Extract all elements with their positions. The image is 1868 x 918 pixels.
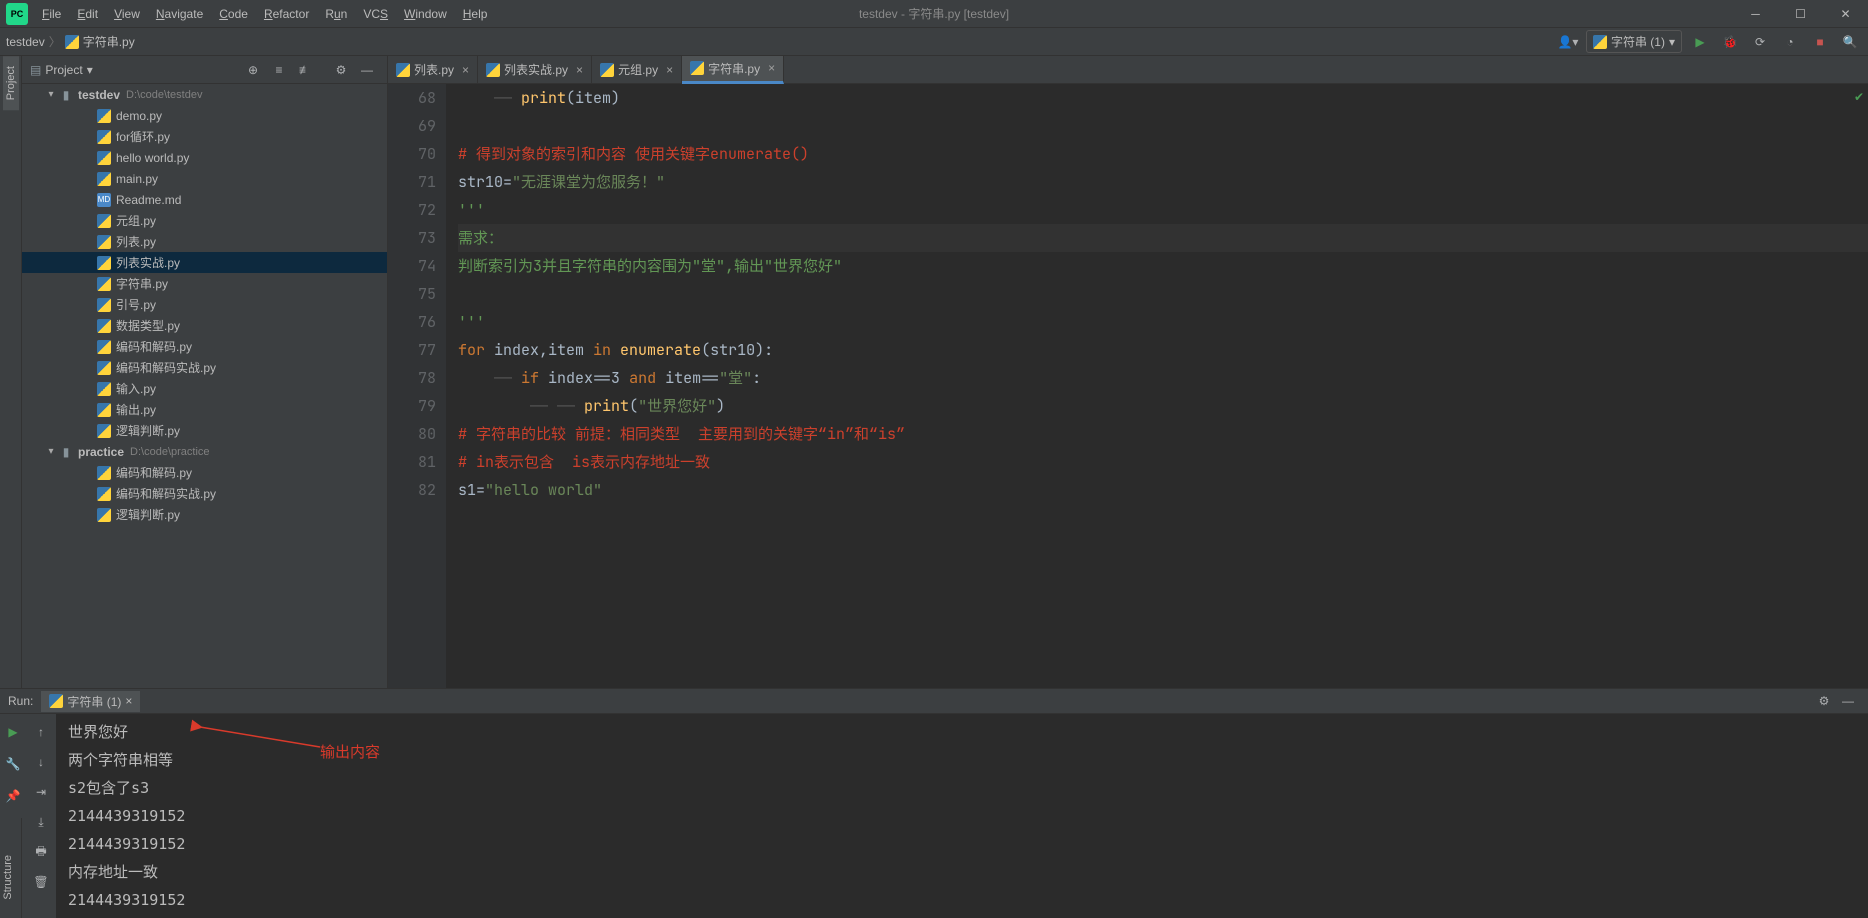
search-everywhere-button[interactable]: 🔍: [1838, 30, 1862, 54]
menu-file[interactable]: FFileile: [34, 3, 69, 25]
window-title: testdev - 字符串.py [testdev]: [859, 5, 1009, 22]
left-toolwindow-bar: Project: [0, 56, 22, 688]
run-settings-icon[interactable]: ⚙: [1812, 689, 1836, 713]
tree-file[interactable]: 字符串.py: [22, 273, 387, 294]
code-lines[interactable]: —— print(item) # 得到对象的索引和内容 使用关键字enumera…: [446, 84, 1868, 688]
tree-file[interactable]: main.py: [22, 168, 387, 189]
menu-edit[interactable]: Edit: [69, 3, 106, 25]
user-icon[interactable]: 👤▾: [1556, 30, 1580, 54]
minimize-button[interactable]: ─: [1733, 0, 1778, 28]
editor-tab[interactable]: 元组.py×: [592, 56, 682, 84]
menu-refactor[interactable]: Refactor: [256, 3, 317, 25]
annotation-text: 输出内容: [320, 741, 380, 762]
python-icon: [49, 694, 63, 708]
softwrap-icon[interactable]: ⇥: [29, 780, 53, 804]
project-view-selector[interactable]: ▤ Project ▾: [30, 63, 93, 77]
expand-icon[interactable]: ≢: [293, 58, 317, 82]
pin-icon[interactable]: 📌: [1, 784, 25, 808]
close-icon[interactable]: ×: [768, 61, 775, 75]
rerun-button[interactable]: ▶: [1, 720, 25, 744]
project-tree[interactable]: ▾ ▮ testdev D:\code\testdev demo.pyfor循环…: [22, 84, 387, 688]
tree-file[interactable]: 引号.py: [22, 294, 387, 315]
down-icon[interactable]: ↓: [29, 750, 53, 774]
tree-file[interactable]: 输出.py: [22, 399, 387, 420]
profile-button[interactable]: ◔: [1778, 30, 1802, 54]
menu-view[interactable]: View: [106, 3, 148, 25]
tree-file[interactable]: 数据类型.py: [22, 315, 387, 336]
editor-tabs: 列表.py×列表实战.py×元组.py×字符串.py×: [388, 56, 1868, 84]
chevron-down-icon: ▾: [1669, 35, 1675, 49]
collapse-icon[interactable]: ≡: [267, 58, 291, 82]
menu-navigate[interactable]: Navigate: [148, 3, 211, 25]
close-icon[interactable]: ×: [125, 694, 132, 708]
tree-file[interactable]: 编码和解码.py: [22, 462, 387, 483]
close-icon[interactable]: ×: [462, 63, 469, 77]
tree-root[interactable]: ▾ ▮ testdev D:\code\testdev: [22, 84, 387, 105]
tree-file[interactable]: MDReadme.md: [22, 189, 387, 210]
run-label: Run:: [8, 694, 33, 708]
run-config-name: 字符串 (1): [1611, 33, 1665, 50]
run-hide-icon[interactable]: —: [1836, 689, 1860, 713]
run-button[interactable]: ▶: [1688, 30, 1712, 54]
close-icon[interactable]: ×: [666, 63, 673, 77]
run-panel: Run: 字符串 (1) × ⚙ — ▶ 🔧 📌 ↑ ↓ ⇥ ⤓ 🖶 🗑 世界您…: [0, 688, 1868, 918]
trash-icon[interactable]: 🗑: [29, 870, 53, 894]
tree-file[interactable]: 编码和解码实战.py: [22, 357, 387, 378]
tree-file[interactable]: hello world.py: [22, 147, 387, 168]
editor-tab[interactable]: 列表.py×: [388, 56, 478, 84]
tree-file[interactable]: 编码和解码.py: [22, 336, 387, 357]
up-icon[interactable]: ↑: [29, 720, 53, 744]
menu-vcs[interactable]: VCS: [355, 3, 396, 25]
print-icon[interactable]: 🖶: [29, 840, 53, 864]
coverage-button[interactable]: ⟳: [1748, 30, 1772, 54]
breadcrumb-sep: 〉: [49, 33, 61, 50]
tree-root-practice[interactable]: ▾ ▮ practice D:\code\practice: [22, 441, 387, 462]
chevron-down-icon: ▾: [87, 63, 93, 77]
tree-file[interactable]: 列表.py: [22, 231, 387, 252]
tree-file[interactable]: 列表实战.py: [22, 252, 387, 273]
line-gutter: 686970717273747576777879808182: [388, 84, 446, 688]
tree-file[interactable]: 逻辑判断.py: [22, 420, 387, 441]
run-toolbar-secondary: ↑ ↓ ⇥ ⤓ 🖶 🗑: [26, 714, 56, 918]
tree-file[interactable]: 编码和解码实战.py: [22, 483, 387, 504]
close-icon[interactable]: ×: [576, 63, 583, 77]
project-tool-tab[interactable]: Project: [3, 56, 19, 110]
editor-tab[interactable]: 字符串.py×: [682, 56, 784, 84]
debug-button[interactable]: 🐞: [1718, 30, 1742, 54]
code-area[interactable]: 686970717273747576777879808182 —— print(…: [388, 84, 1868, 688]
wrench-icon[interactable]: 🔧: [1, 752, 25, 776]
menu-run[interactable]: Run: [317, 3, 355, 25]
maximize-button[interactable]: ☐: [1778, 0, 1823, 28]
tree-file[interactable]: 逻辑判断.py: [22, 504, 387, 525]
hide-icon[interactable]: —: [355, 58, 379, 82]
editor-tab[interactable]: 列表实战.py×: [478, 56, 592, 84]
tree-file[interactable]: 元组.py: [22, 210, 387, 231]
breadcrumb-project[interactable]: testdev: [6, 35, 45, 49]
inspection-ok-icon[interactable]: ✔: [1854, 90, 1864, 104]
python-icon: [1593, 35, 1607, 49]
menu-code[interactable]: Code: [211, 3, 256, 25]
tree-file[interactable]: for循环.py: [22, 126, 387, 147]
structure-tool-tab[interactable]: Structure: [0, 845, 16, 910]
menu-help[interactable]: Help: [455, 3, 496, 25]
run-config-selector[interactable]: 字符串 (1) ▾: [1586, 30, 1682, 53]
settings-icon[interactable]: ⚙: [329, 58, 353, 82]
app-icon: PC: [6, 3, 28, 25]
run-tab[interactable]: 字符串 (1) ×: [41, 691, 140, 712]
locate-icon[interactable]: ⊕: [241, 58, 265, 82]
titlebar: PC FFileile Edit View Navigate Code Refa…: [0, 0, 1868, 28]
scroll-icon[interactable]: ⤓: [29, 810, 53, 834]
editor: 列表.py×列表实战.py×元组.py×字符串.py× 686970717273…: [388, 56, 1868, 688]
breadcrumb: testdev 〉 字符串.py: [6, 33, 135, 50]
python-icon: [65, 35, 79, 49]
breadcrumb-file[interactable]: 字符串.py: [83, 33, 135, 50]
stop-button[interactable]: ■: [1808, 30, 1832, 54]
tree-file[interactable]: demo.py: [22, 105, 387, 126]
navbar: testdev 〉 字符串.py 👤▾ 字符串 (1) ▾ ▶ 🐞 ⟳ ◔ ■ …: [0, 28, 1868, 56]
project-sidebar: ▤ Project ▾ ⊕ ≡ ≢ ⚙ — ▾ ▮ testdev D:\cod…: [22, 56, 388, 688]
close-button[interactable]: ✕: [1823, 0, 1868, 28]
tree-file[interactable]: 输入.py: [22, 378, 387, 399]
menu-window[interactable]: Window: [396, 3, 455, 25]
